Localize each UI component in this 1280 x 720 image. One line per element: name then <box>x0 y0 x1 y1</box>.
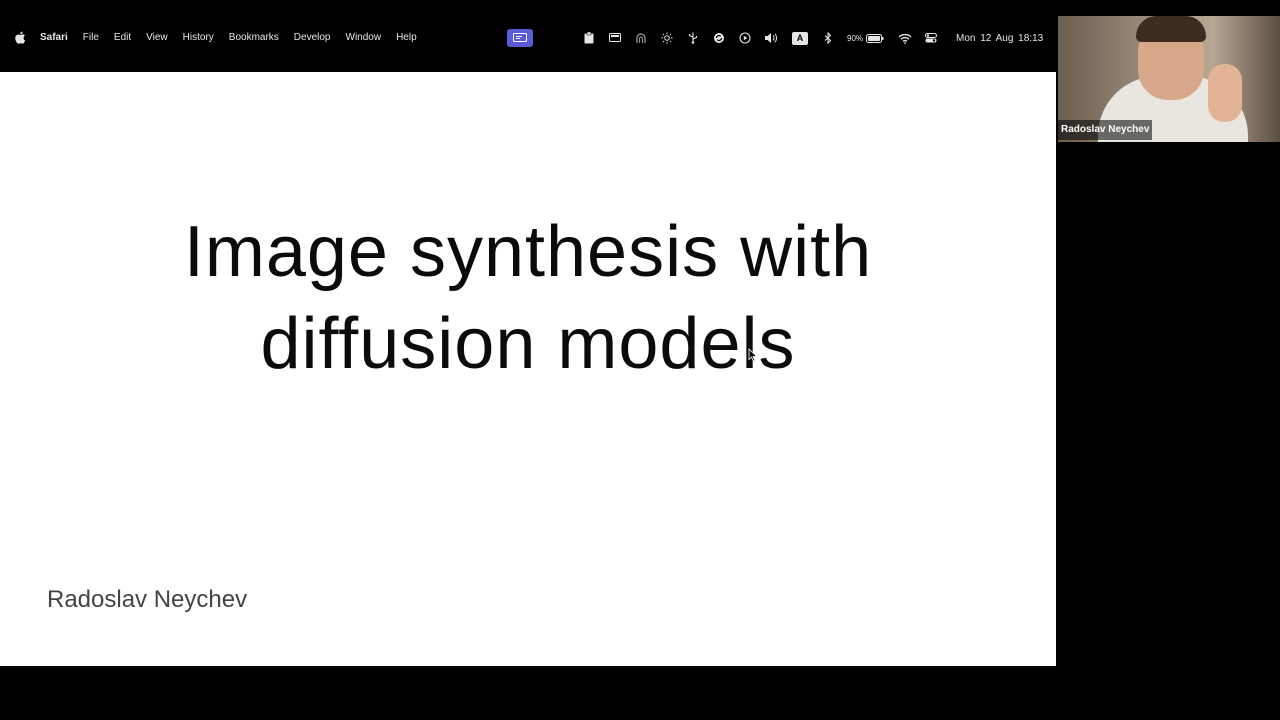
privacy-icon[interactable] <box>634 31 648 45</box>
battery-icon[interactable] <box>866 33 884 43</box>
wifi-icon[interactable] <box>898 31 912 45</box>
shared-screen: Safari File Edit View History Bookmarks … <box>0 0 1056 666</box>
participant-name-label: Radoslav Neychev <box>1058 120 1153 140</box>
screen-share-icon[interactable] <box>507 29 533 47</box>
display-icon[interactable] <box>608 31 622 45</box>
menu-help[interactable]: Help <box>396 32 417 43</box>
brightness-icon[interactable] <box>660 31 674 45</box>
participant-hand <box>1208 64 1242 122</box>
input-source-icon[interactable]: A <box>792 31 808 45</box>
control-center-icon[interactable] <box>924 31 938 45</box>
menu-app-safari[interactable]: Safari <box>40 32 68 43</box>
slide-author: Radoslav Neychev <box>47 586 248 613</box>
menu-bar-status-area: A 90% Mon 12 Aug 18:13 <box>582 28 1043 48</box>
menu-window[interactable]: Window <box>346 32 382 43</box>
menu-bar: Safari File Edit View History Bookmarks … <box>0 0 1056 72</box>
presentation-slide: Image synthesis with diffusion models Ra… <box>0 72 1056 666</box>
menu-file[interactable]: File <box>83 32 99 43</box>
bluetooth-icon[interactable] <box>821 31 835 45</box>
menu-history[interactable]: History <box>183 32 214 43</box>
slide-title: Image synthesis with diffusion models <box>0 206 1056 390</box>
mouse-cursor-icon <box>748 348 758 362</box>
usb-icon[interactable] <box>686 31 700 45</box>
clipboard-icon[interactable] <box>582 31 596 45</box>
sync-icon[interactable] <box>712 31 726 45</box>
menu-view[interactable]: View <box>146 32 168 43</box>
play-icon[interactable] <box>738 31 752 45</box>
menu-bookmarks[interactable]: Bookmarks <box>229 32 279 43</box>
volume-icon[interactable] <box>764 31 778 45</box>
menu-develop[interactable]: Develop <box>294 32 331 43</box>
apple-icon[interactable] <box>14 31 26 44</box>
battery-percent: 90% <box>847 33 864 43</box>
menu-bar-left: Safari File Edit View History Bookmarks … <box>14 31 432 44</box>
participant-hair <box>1136 16 1206 42</box>
slide-title-line-2: diffusion models <box>260 304 796 384</box>
menu-edit[interactable]: Edit <box>114 32 131 43</box>
slide-title-line-1: Image synthesis with <box>183 212 873 292</box>
menu-bar-clock[interactable]: Mon 12 Aug 18:13 <box>956 33 1043 44</box>
